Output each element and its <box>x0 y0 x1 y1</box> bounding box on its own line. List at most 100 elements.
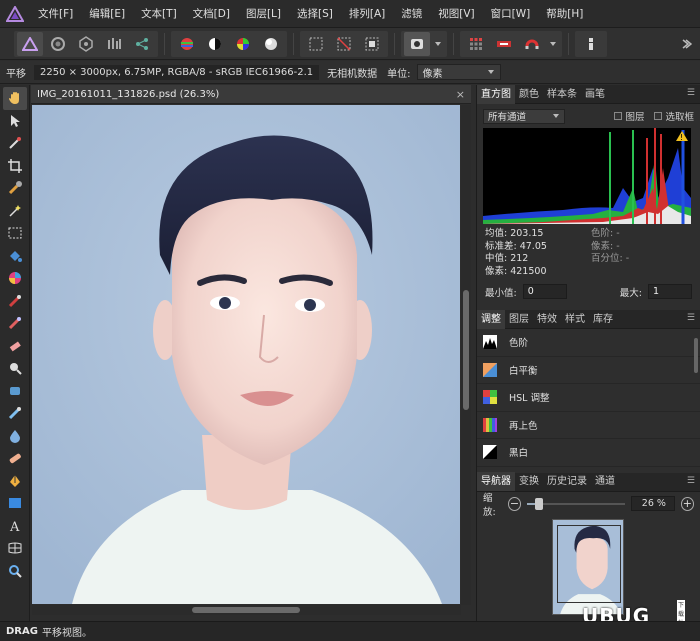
horizontal-scroll-thumb[interactable] <box>192 607 300 613</box>
menu-item[interactable]: 视图[V] <box>430 0 482 28</box>
smudge-icon[interactable] <box>3 402 27 425</box>
tab-layers[interactable]: 图层 <box>505 310 533 329</box>
tab-channels[interactable]: 通道 <box>591 472 619 491</box>
clone-brush-icon[interactable] <box>3 312 27 335</box>
flood-fill-icon[interactable] <box>3 245 27 268</box>
zoom-slider-knob[interactable] <box>534 497 543 510</box>
checkbox-box[interactable] <box>654 112 663 120</box>
chevron-down-icon[interactable] <box>432 32 444 56</box>
document-tab[interactable]: IMG_20161011_131826.psd (26.3%) × <box>31 85 471 104</box>
tab-styles[interactable]: 样式 <box>561 310 589 329</box>
zoom-in-icon[interactable]: + <box>680 496 694 511</box>
menu-item[interactable]: 选择[S] <box>289 0 341 28</box>
menu-item[interactable]: 图层[L] <box>238 0 289 28</box>
zoom-value-input[interactable]: 26 % <box>630 496 675 511</box>
unit-select[interactable]: 像素 <box>416 64 501 80</box>
grid-icon[interactable] <box>463 32 489 56</box>
select-all-icon[interactable] <box>303 32 329 56</box>
quick-mask-icon[interactable] <box>404 31 430 56</box>
tab-transform[interactable]: 变换 <box>515 472 543 491</box>
tab-history[interactable]: 历史记录 <box>543 472 591 491</box>
min-value-input[interactable]: 0 <box>522 284 567 299</box>
persona-photo-icon[interactable] <box>17 31 43 56</box>
panel-menu-icon[interactable]: ☰ <box>687 313 695 323</box>
paint-brush-icon[interactable] <box>3 267 27 290</box>
adjustment-levels[interactable]: 色阶 <box>477 329 700 357</box>
assistant-icon[interactable] <box>491 32 517 56</box>
tab-effects[interactable]: 特效 <box>533 310 561 329</box>
zoom-slider[interactable] <box>527 497 625 510</box>
menu-item[interactable]: 滤镜 <box>393 0 430 28</box>
checkbox-box[interactable] <box>614 112 623 120</box>
crop-tool-icon[interactable] <box>3 155 27 178</box>
eraser-icon[interactable] <box>3 335 27 358</box>
menu-item[interactable]: 文档[D] <box>185 0 238 28</box>
vertical-scrollbar[interactable] <box>461 105 471 605</box>
view-hand-tool-icon[interactable] <box>2 87 27 110</box>
flood-select-icon[interactable] <box>3 200 27 223</box>
deselect-icon[interactable] <box>331 32 357 56</box>
persona-export-icon[interactable] <box>129 32 155 56</box>
marquee-checkbox[interactable]: 选取框 <box>654 109 694 123</box>
dodge-icon[interactable] <box>3 357 27 380</box>
auto-white-balance-icon[interactable] <box>258 32 284 56</box>
tab-adjustments[interactable]: 调整 <box>477 309 505 329</box>
persona-liquify-icon[interactable] <box>45 32 71 56</box>
snapping-magnet-icon[interactable] <box>519 32 545 56</box>
channel-select[interactable]: 所有通道 <box>483 108 565 124</box>
selection-brush-icon[interactable] <box>3 177 27 200</box>
menu-item[interactable]: 帮助[H] <box>538 0 591 28</box>
layer-checkbox[interactable]: 图层 <box>614 109 644 123</box>
color-picker-icon[interactable] <box>3 132 27 155</box>
export-tool-icon[interactable] <box>578 32 604 56</box>
tab-brushes[interactable]: 画笔 <box>581 85 609 104</box>
tab-stock[interactable]: 库存 <box>589 310 617 329</box>
auto-colors-icon[interactable] <box>230 32 256 56</box>
menu-item[interactable]: 文本[T] <box>133 0 185 28</box>
adjustment-scroll-thumb[interactable] <box>694 338 698 373</box>
marquee-tool-icon[interactable] <box>3 222 27 245</box>
adjustment-white-balance[interactable]: 白平衡 <box>477 357 700 384</box>
tab-color[interactable]: 颜色 <box>515 85 543 104</box>
zoom-out-icon[interactable]: − <box>507 496 522 511</box>
tab-navigator[interactable]: 导航器 <box>477 472 515 491</box>
max-value-input[interactable]: 1 <box>648 284 692 299</box>
horizontal-scrollbar[interactable] <box>32 605 461 615</box>
persona-tone-map-icon[interactable] <box>101 32 127 56</box>
mesh-warp-icon[interactable] <box>3 537 27 560</box>
panel-menu-icon[interactable]: ☰ <box>687 476 695 486</box>
tab-swatches[interactable]: 样本条 <box>543 85 581 104</box>
persona-develop-icon[interactable] <box>73 32 99 56</box>
menu-item[interactable]: 窗口[W] <box>483 0 539 28</box>
menu-item[interactable]: 排列[A] <box>341 0 393 28</box>
zoom-tool-icon[interactable] <box>3 560 27 583</box>
rectangle-tool-icon[interactable] <box>3 492 27 515</box>
brush-icon[interactable] <box>3 290 27 313</box>
healing-brush-icon[interactable] <box>3 447 27 470</box>
pen-tool-icon[interactable] <box>3 470 27 493</box>
max-label: 最大: <box>619 287 642 299</box>
panel-menu-icon[interactable]: ☰ <box>687 88 695 98</box>
text-tool-icon[interactable]: A <box>3 515 27 538</box>
channel-select-value: 所有通道 <box>488 112 527 123</box>
chevron-down-icon[interactable] <box>547 32 559 56</box>
tab-histogram[interactable]: 直方图 <box>477 84 515 104</box>
menu-item[interactable]: 编辑[E] <box>81 0 133 28</box>
adjustment-black-white[interactable]: 黑白 <box>477 439 700 467</box>
close-icon[interactable]: × <box>456 88 465 101</box>
move-tool-icon[interactable] <box>3 110 27 133</box>
navigator-view-frame[interactable] <box>557 525 621 603</box>
auto-contrast-icon[interactable] <box>202 32 228 56</box>
blur-brush-icon[interactable] <box>3 425 27 448</box>
adjustment-hsl[interactable]: HSL 调整 <box>477 384 700 412</box>
vertical-scroll-thumb[interactable] <box>463 290 469 410</box>
document-canvas[interactable] <box>32 105 460 604</box>
affinity-photo-logo-icon[interactable] <box>0 0 30 28</box>
sponge-icon[interactable] <box>3 380 27 403</box>
toolbar-more-icon[interactable] <box>673 32 699 56</box>
auto-levels-icon[interactable] <box>174 32 200 56</box>
invert-selection-icon[interactable] <box>359 32 385 56</box>
navigator-preview[interactable] <box>552 519 624 615</box>
adjustment-recolor[interactable]: 再上色 <box>477 412 700 439</box>
menu-item[interactable]: 文件[F] <box>30 0 81 28</box>
